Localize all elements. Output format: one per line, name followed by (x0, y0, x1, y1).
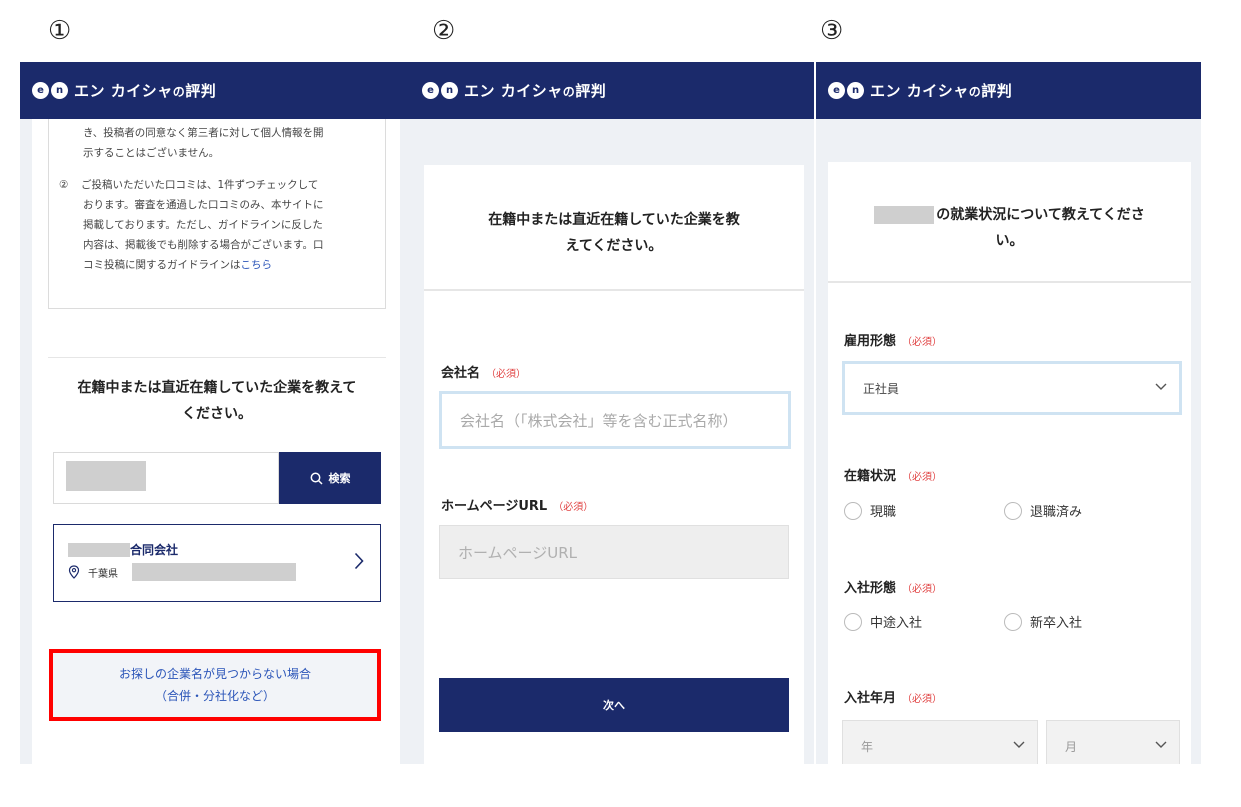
next-button[interactable]: 次へ (439, 678, 789, 732)
redacted-text (68, 543, 130, 557)
notice-line: き、投稿者の同意なく第三者に対して個人情報を開 (83, 127, 324, 139)
company-search: 検索 (53, 452, 381, 504)
company-not-found-link[interactable]: お探しの企業名が見つからない場合 （合併・分社化など） (49, 649, 381, 721)
chevron-right-icon (354, 552, 364, 570)
entry-month-select[interactable]: 月 (1046, 720, 1180, 764)
en-logo-icon: en (32, 82, 68, 99)
chevron-down-icon (1155, 383, 1167, 390)
notice-line: 示することはございません。 (83, 147, 220, 159)
radio-button[interactable] (844, 501, 862, 520)
notice-line: 内容は、掲載後でも削除する場合がございます。口 (83, 239, 324, 251)
radio-button[interactable] (1004, 501, 1022, 520)
entry-year-select[interactable]: 年 (842, 720, 1038, 764)
form-card: の就業状況について教えてくださ い。 雇用形態 （必須） 正社員 在籍状況 （必須）… (828, 162, 1191, 764)
redacted-text (66, 461, 146, 491)
step-number-3: ③ (820, 16, 844, 46)
panel-step-3: en エン カイシャの評判 の就業状況について教えてくださ い。 雇用形態 （必須… (816, 62, 1201, 764)
radio-mid-career[interactable]: 中途入社 (844, 612, 922, 631)
guideline-link[interactable]: こちら (241, 259, 273, 271)
divider (828, 281, 1191, 283)
result-company-name: 合同会社 (130, 543, 179, 557)
divider (424, 289, 804, 291)
form-title: 在籍中または直近在籍していた企業を教 えてください。 (488, 212, 740, 254)
radio-retired[interactable]: 退職済み (1004, 501, 1082, 520)
entry-type-label: 入社形態 （必須） (844, 581, 943, 596)
step-number-2: ② (432, 16, 456, 46)
required-badge: （必須） (902, 584, 943, 595)
form-card: 在籍中または直近在籍していた企業を教 えてください。 会社名 （必須） 会社名（「… (424, 165, 804, 764)
step-number-1: ① (48, 16, 72, 46)
radio-button[interactable] (1004, 612, 1022, 631)
result-prefecture: 千葉県 (88, 569, 118, 580)
notice-line: 掲載しております。ただし、ガイドラインに反した (83, 219, 323, 231)
redacted-text (874, 206, 935, 224)
site-header: en エン カイシャの評判 (816, 62, 1201, 119)
notice-box: き、投稿者の同意なく第三者に対して個人情報を開 示することはございません。 ②ご… (48, 119, 386, 309)
company-name-input[interactable]: 会社名（「株式会社」等を含む正式名称） (439, 391, 791, 449)
search-result-card[interactable]: 合同会社 千葉県 (53, 524, 381, 602)
brand-title: エン カイシャの評判 (74, 82, 217, 100)
company-name-label: 会社名 （必須） (441, 366, 527, 381)
content-area: き、投稿者の同意なく第三者に対して個人情報を開 示することはございません。 ②ご… (32, 119, 400, 764)
site-header: en エン カイシャの評判 (20, 62, 410, 119)
radio-new-grad[interactable]: 新卒入社 (1004, 612, 1082, 631)
required-badge: （必須） (902, 337, 943, 348)
required-badge: （必須） (553, 502, 594, 513)
entry-date-label: 入社年月 （必須） (844, 691, 943, 706)
site-header: en エン カイシャの評判 (410, 62, 814, 119)
divider (48, 357, 386, 358)
location-pin-icon (68, 565, 80, 579)
search-icon (310, 472, 323, 485)
brand-title: エン カイシャの評判 (464, 82, 607, 100)
required-badge: （必須） (902, 472, 943, 483)
employment-type-label: 雇用形態 （必須） (844, 334, 943, 349)
radio-button[interactable] (844, 612, 862, 631)
employment-status-label: 在籍状況 （必須） (844, 469, 943, 484)
chevron-down-icon (1013, 741, 1025, 748)
form-title: の就業状況について教えてくださ い。 (848, 202, 1171, 254)
required-badge: （必須） (486, 369, 527, 380)
panel-step-1: en エン カイシャの評判 き、投稿者の同意なく第三者に対して個人情報を開 示す… (20, 62, 410, 764)
homepage-url-input[interactable]: ホームページURL (439, 525, 789, 579)
notice-line: コミ投稿に関するガイドラインはこちら (83, 259, 273, 271)
en-logo-icon: en (422, 82, 458, 99)
radio-current[interactable]: 現職 (844, 501, 896, 520)
redacted-text (132, 563, 296, 581)
brand-title: エン カイシャの評判 (870, 82, 1013, 100)
notice-line: おります。審査を通過した口コミのみ、本サイトに (83, 199, 324, 211)
chevron-down-icon (1155, 741, 1167, 748)
company-search-input[interactable] (53, 452, 279, 504)
en-logo-icon: en (828, 82, 864, 99)
panel-step-2: en エン カイシャの評判 在籍中または直近在籍していた企業を教 えてください。… (410, 62, 814, 764)
company-question: 在籍中または直近在籍していた企業を教えて ください。 (77, 380, 357, 422)
notice-line: ② ご投稿いただいた口コミは、1件ずつチェックして (59, 179, 319, 191)
search-button[interactable]: 検索 (279, 452, 381, 504)
homepage-url-label: ホームページURL （必須） (441, 499, 594, 514)
employment-type-select[interactable]: 正社員 (842, 361, 1182, 415)
required-badge: （必須） (902, 694, 943, 705)
